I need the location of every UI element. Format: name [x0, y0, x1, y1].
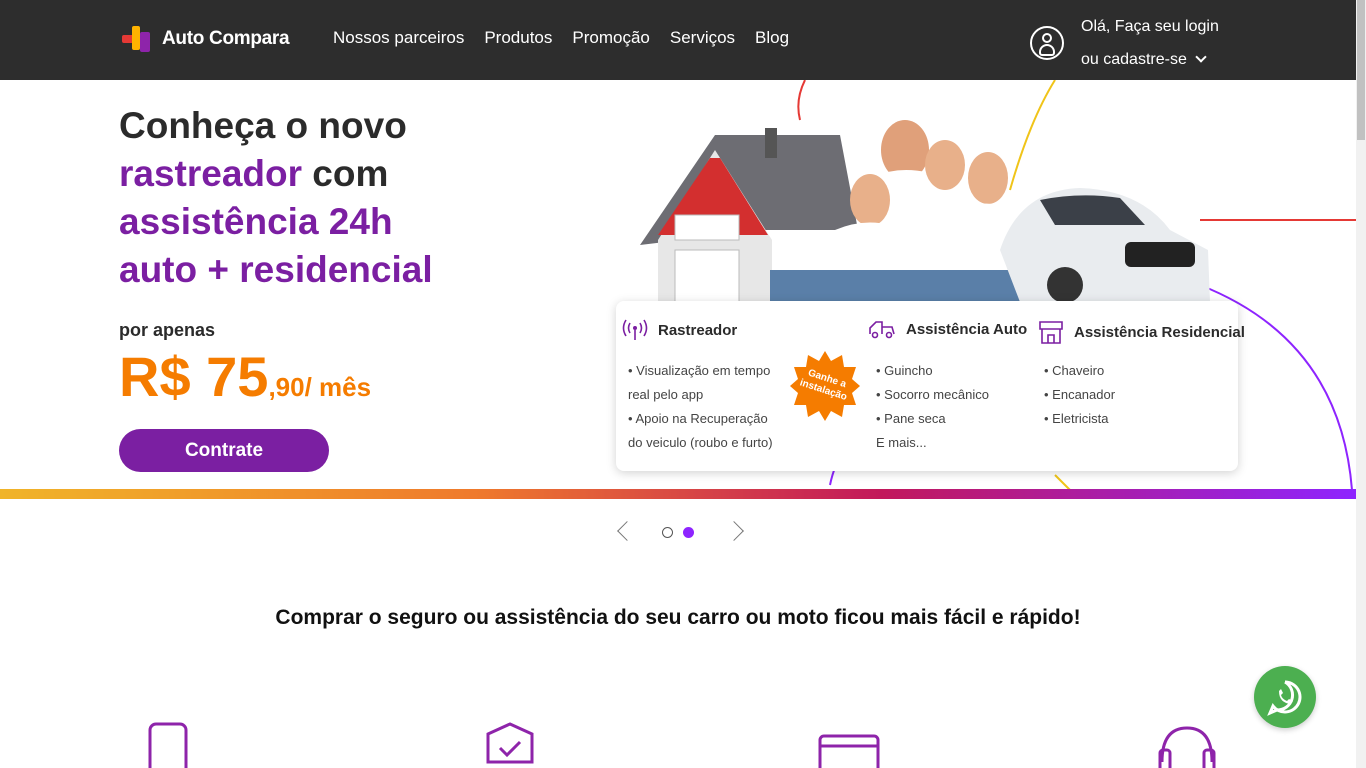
house-icon	[1039, 321, 1063, 344]
list-item: • Encanador	[1044, 387, 1116, 402]
user-icon[interactable]	[1030, 26, 1064, 60]
tow-truck-icon	[869, 321, 895, 339]
nav-blog[interactable]: Blog	[755, 28, 789, 48]
list-item: • Pane seca	[876, 411, 946, 426]
chevron-down-icon	[1195, 51, 1207, 63]
phone-icon	[148, 722, 188, 768]
nav-promocao[interactable]: Promoção	[572, 28, 649, 48]
login-link[interactable]: Olá, Faça seu login	[1081, 10, 1219, 43]
benefit-title-auto: Assistência Auto	[906, 320, 1028, 338]
headset-icon	[1158, 726, 1216, 768]
list-item: • Chaveiro	[1044, 363, 1105, 378]
list-item: do veiculo (roubo e furto)	[628, 435, 773, 450]
logo-mark-icon	[122, 24, 156, 54]
benefit-title-rastreador: Rastreador	[658, 321, 738, 339]
top-header: Auto Compara Nossos parceiros Produtos P…	[0, 0, 1356, 80]
list-item: • Socorro mecânico	[876, 387, 989, 402]
hero-title-line4: auto + residencial	[119, 249, 433, 290]
price-main: R$ 75	[119, 345, 269, 408]
hero-title-rest: com	[302, 153, 389, 194]
carousel-dot-2-active[interactable]	[683, 527, 694, 538]
nav-servicos[interactable]: Serviços	[670, 28, 735, 48]
hero-gradient-bar	[0, 489, 1356, 499]
nav-nossos-parceiros[interactable]: Nossos parceiros	[333, 28, 464, 48]
list-item: • Eletricista	[1044, 411, 1109, 426]
page: Auto Compara Nossos parceiros Produtos P…	[0, 0, 1366, 768]
benefits-card: Rastreador • Visualização em tempo real …	[616, 301, 1245, 471]
section-title: Comprar o seguro ou assistência do seu c…	[275, 606, 1081, 629]
price-prefix: por apenas	[119, 320, 216, 340]
benefit-title-residencial: Assistência Residencial	[1074, 323, 1245, 341]
page-scrollbar[interactable]	[1356, 0, 1366, 768]
list-item: • Apoio na Recuperação	[628, 411, 768, 426]
signup-dropdown[interactable]: ou cadastre-se	[1081, 43, 1219, 76]
main-nav: Nossos parceiros Produtos Promoção Servi…	[333, 28, 789, 48]
installation-badge: Ganhe a instalação	[790, 351, 860, 421]
hero-title-line1: Conheça o novo	[119, 105, 407, 146]
contrate-button[interactable]: Contrate	[119, 429, 329, 472]
scrollbar-thumb[interactable]	[1357, 0, 1365, 140]
signal-tower-icon	[622, 319, 648, 340]
hero-title-line3: assistência 24h	[119, 201, 393, 242]
signup-label: ou cadastre-se	[1081, 51, 1187, 68]
price-cents: ,90/ mês	[268, 372, 372, 402]
list-item: E mais...	[876, 435, 927, 450]
logo-text: Auto Compara	[162, 28, 290, 49]
list-item: real pelo app	[628, 387, 704, 402]
nav-produtos[interactable]: Produtos	[484, 28, 552, 48]
card-icon	[818, 734, 880, 768]
carousel-dot-1[interactable]	[662, 527, 673, 538]
carousel-prev-arrow-icon[interactable]	[617, 521, 637, 541]
account-menu[interactable]: Olá, Faça seu login ou cadastre-se	[1030, 10, 1219, 76]
hero-title: Conheça o novo rastreador com assistênci…	[119, 102, 433, 294]
carousel-next-arrow-icon[interactable]	[724, 521, 744, 541]
hero-title-accent: rastreador	[119, 153, 303, 194]
whatsapp-button[interactable]	[1254, 666, 1316, 728]
list-item: • Visualização em tempo	[628, 363, 771, 378]
logo[interactable]: Auto Compara	[122, 24, 290, 54]
hero-title-line2: rastreador com	[119, 150, 433, 198]
price: R$ 75,90/ mês	[119, 344, 371, 409]
shield-check-icon	[486, 722, 534, 764]
list-item: • Guincho	[876, 363, 933, 378]
whatsapp-icon	[1267, 680, 1302, 716]
